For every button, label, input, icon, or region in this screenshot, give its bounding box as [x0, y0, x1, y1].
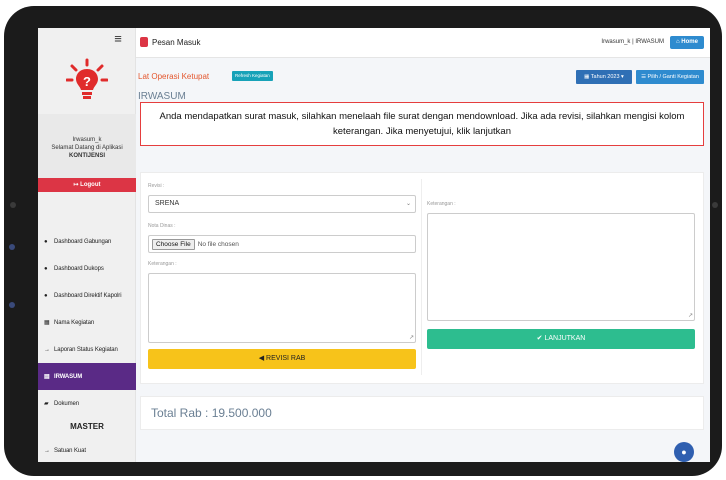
hamburger-menu-icon[interactable]: ≡: [108, 32, 128, 46]
file-status: No file chosen: [197, 240, 239, 248]
camera-dot: [10, 202, 16, 208]
user-name: Irwasum_k: [72, 137, 102, 143]
resize-handle-icon[interactable]: ↗: [409, 335, 414, 341]
revisi-select[interactable]: SRENA ⌄: [148, 195, 416, 213]
revisi-label: Revisi :: [148, 183, 165, 189]
sidebar-item-label: Dokumen: [54, 400, 79, 407]
sidebar-item-dashboard-direktif[interactable]: ● Dashboard Direktif Kapolri: [38, 282, 136, 309]
app-mark-icon: [140, 37, 148, 47]
sidebar-item-nama-kegiatan[interactable]: ▦ Nama Kegiatan: [38, 309, 136, 336]
keterangan-left-textarea[interactable]: ↗: [148, 273, 416, 343]
sidebar-item-dashboard-gabungan[interactable]: ● Dashboard Gabungan: [38, 228, 136, 255]
sidebar-item-label: Laporan Status Kegiatan: [54, 346, 118, 353]
document-icon: ▤: [44, 374, 50, 380]
dashboard-icon: ●: [44, 238, 48, 245]
sidebar-item-label: Dashboard Gabungan: [54, 238, 112, 245]
sidebar: ≡ ? Irwasum_k Selamat Datang di Aplikasi…: [38, 28, 136, 462]
org-name: KONTIJENSI: [68, 153, 105, 159]
sidebar-item-label: Nama Kegiatan: [54, 319, 95, 326]
lightbulb-logo-icon: ?: [66, 58, 108, 99]
year-dropdown-button[interactable]: ▦ Tahun 2023 ▾: [576, 70, 632, 84]
refresh-kegiatan-button[interactable]: Refresh Kegiatan: [232, 71, 273, 81]
svg-text:?: ?: [83, 74, 91, 89]
logout-button[interactable]: ↦ Logout: [38, 178, 136, 192]
nota-dinas-file-input[interactable]: Choose File No file chosen: [148, 235, 416, 253]
app-screen: ≡ ? Irwasum_k Selamat Datang di Aplikasi…: [38, 28, 710, 462]
form-card: Revisi : SRENA ⌄ Nota Dinas : Choose Fil…: [140, 172, 704, 384]
column-divider: [421, 179, 422, 375]
home-button[interactable]: ⌂ Home: [670, 36, 704, 49]
sidebar-item-label: Dashboard Dukops: [54, 265, 104, 272]
revisi-value: SRENA: [155, 200, 180, 207]
chevron-down-icon: ⌄: [405, 201, 411, 207]
keterangan-right-textarea[interactable]: ↗: [427, 213, 695, 321]
user-info[interactable]: Irwasum_k | IRWASUM: [601, 39, 664, 45]
topbar: Pesan Masuk Irwasum_k | IRWASUM ⌂ Home: [136, 28, 710, 58]
calendar-icon: ▦: [44, 320, 50, 326]
sidebar-item-dashboard-dukops[interactable]: ● Dashboard Dukops: [38, 255, 136, 282]
keterangan-right-label: Keterangan :: [427, 201, 456, 207]
nota-dinas-label: Nota Dinas :: [148, 223, 176, 229]
sidebar-item-label: Satuan Kuat: [54, 447, 86, 454]
main-content: Lat Operasi Ketupat Refresh Kegiatan ▦ T…: [136, 58, 710, 462]
pilih-kegiatan-button[interactable]: ☰ Pilih / Ganti Kegiatan: [636, 70, 704, 84]
side-indicator: [9, 244, 15, 250]
page-title: Pesan Masuk: [152, 38, 201, 47]
keterangan-left-label: Keterangan :: [148, 261, 177, 267]
sidebar-item-irwasum[interactable]: ▤ IRWASUM: [38, 363, 136, 390]
section-title: IRWASUM: [138, 91, 186, 102]
sidebar-menu: ● Dashboard Gabungan ● Dashboard Dukops …: [38, 228, 136, 462]
user-card: Irwasum_k Selamat Datang di Aplikasi KON…: [38, 114, 136, 182]
sidebar-item-laporan-status[interactable]: → Laporan Status Kegiatan: [38, 336, 136, 363]
folder-icon: ▰: [44, 401, 49, 407]
total-rab: Total Rab : 19.500.000: [140, 396, 704, 430]
sidebar-item-label: IRWASUM: [54, 373, 83, 380]
sidebar-item-label: Dashboard Direktif Kapolri: [54, 292, 122, 299]
resize-handle-icon[interactable]: ↗: [688, 313, 693, 319]
side-indicator: [9, 302, 15, 308]
camera-dot: [712, 202, 718, 208]
sidebar-item-satuan-kuat[interactable]: → Satuan Kuat: [38, 437, 136, 462]
revisi-rab-button[interactable]: ◀ REVISI RAB: [148, 349, 416, 369]
notice-alert: Anda mendapatkan surat masuk, silahkan m…: [140, 102, 704, 146]
sidebar-item-dokumen[interactable]: ▰ Dokumen: [38, 390, 136, 417]
operation-title: Lat Operasi Ketupat: [138, 72, 210, 81]
master-header: MASTER: [70, 422, 104, 431]
arrow-right-icon: →: [44, 346, 50, 353]
arrow-right-icon: →: [44, 447, 50, 454]
dashboard-icon: ●: [44, 292, 48, 299]
lanjutkan-button[interactable]: ✔ LANJUTKAN: [427, 329, 695, 349]
tablet-frame: ≡ ? Irwasum_k Selamat Datang di Aplikasi…: [4, 6, 722, 476]
chat-icon[interactable]: ●: [674, 442, 694, 462]
choose-file-button[interactable]: Choose File: [152, 238, 195, 250]
dashboard-icon: ●: [44, 265, 48, 272]
welcome-text: Selamat Datang di Aplikasi: [51, 145, 123, 151]
